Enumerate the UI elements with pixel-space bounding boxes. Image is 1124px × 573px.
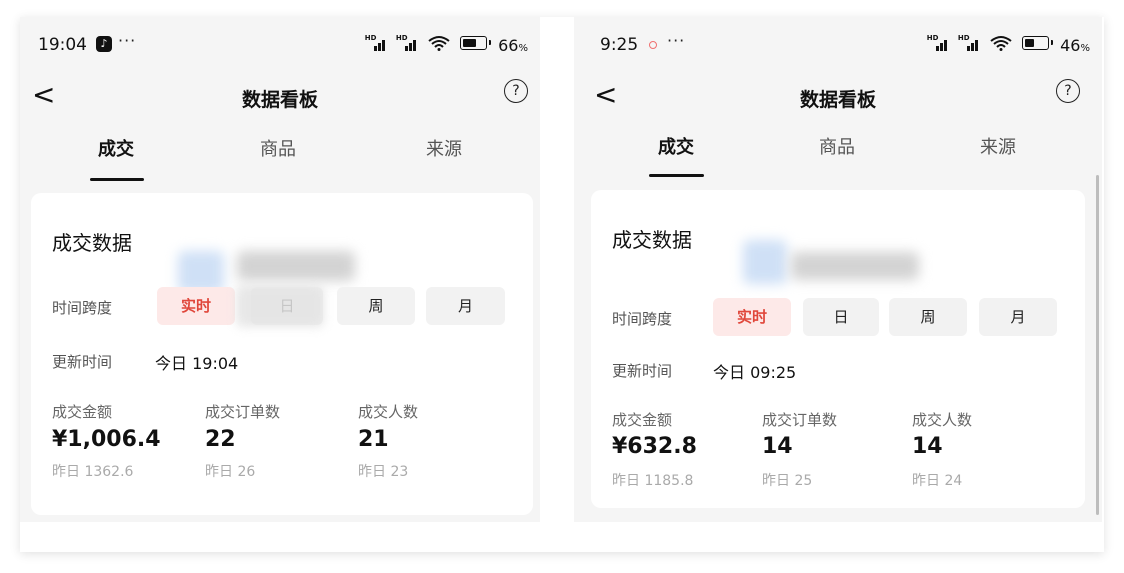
- metric-prev-orders: 昨日 26: [205, 464, 256, 480]
- signal-hd-icon: HD: [396, 34, 418, 51]
- active-tab-indicator: [649, 174, 704, 177]
- time-span-label: 时间跨度: [612, 310, 673, 328]
- update-time-label: 更新时间: [612, 362, 673, 380]
- metric-value-amount: ¥632.8: [612, 434, 697, 459]
- more-notifications-dots: ···: [118, 31, 137, 50]
- signal-hd-icon: HD: [927, 34, 949, 51]
- metric-prev-buyers: 昨日 24: [912, 473, 963, 489]
- status-bar: 9:25 ··· HD HD 46%: [574, 17, 1102, 73]
- tab-products[interactable]: 商品: [819, 133, 855, 159]
- phone-screen-right: 9:25 ··· HD HD 46% < 数据看板 ? 成交 商品 来源 成交数…: [574, 17, 1102, 522]
- top-nav: < 数据看板 ?: [20, 73, 540, 121]
- metric-prev-amount: 昨日 1185.8: [612, 473, 694, 489]
- segment-month[interactable]: 月: [979, 298, 1057, 336]
- page-title: 数据看板: [799, 89, 876, 111]
- time-span-label: 时间跨度: [52, 299, 113, 317]
- blurred-overlay: [236, 285, 324, 327]
- metric-value-buyers: 21: [358, 427, 389, 452]
- status-time: 9:25: [600, 35, 639, 55]
- metric-value-orders: 14: [762, 434, 793, 459]
- metric-value-orders: 22: [205, 427, 236, 452]
- wifi-icon: [989, 35, 1013, 51]
- metric-label-buyers: 成交人数: [358, 403, 419, 421]
- battery-percent: 66: [498, 36, 519, 55]
- battery-icon: [1022, 36, 1054, 50]
- segment-month[interactable]: 月: [426, 287, 505, 325]
- tab-bar: 成交 商品 来源: [20, 121, 540, 181]
- blurred-overlay: [791, 252, 919, 280]
- deal-data-card: 成交数据 时间跨度 实时 日 周 月 更新时间 今日 19:04 成交金额 ¥1…: [31, 193, 533, 515]
- metric-value-buyers: 14: [912, 434, 943, 459]
- metric-prev-amount: 昨日 1362.6: [52, 464, 134, 480]
- segment-realtime[interactable]: 实时: [713, 298, 791, 336]
- card-title: 成交数据: [52, 231, 132, 255]
- update-time-value: 今日 09:25: [713, 363, 797, 382]
- status-bar: 19:04 ♪ ··· HD HD 66%: [20, 17, 540, 73]
- notification-dot-icon: [649, 41, 657, 49]
- system-icons: HD HD 46%: [926, 34, 1090, 55]
- blurred-overlay: [743, 240, 787, 284]
- tab-deals[interactable]: 成交: [658, 133, 694, 159]
- page-title: 数据看板: [241, 89, 318, 111]
- tab-deals[interactable]: 成交: [98, 135, 134, 161]
- more-notifications-dots: ···: [667, 31, 686, 50]
- segment-day[interactable]: 日: [803, 298, 879, 336]
- help-icon[interactable]: ?: [1056, 79, 1080, 103]
- deal-data-card: 成交数据 时间跨度 实时 日 周 月 更新时间 今日 09:25 成交金额 ¥6…: [591, 190, 1085, 508]
- help-icon[interactable]: ?: [504, 79, 528, 103]
- scrollbar[interactable]: [1096, 175, 1099, 515]
- segment-week[interactable]: 周: [889, 298, 967, 336]
- battery-percent: 46: [1060, 36, 1081, 55]
- phone-screen-left: 19:04 ♪ ··· HD HD 66% < 数据看板 ? 成交 商品 来源 …: [20, 17, 540, 522]
- top-nav: < 数据看板 ?: [574, 73, 1102, 121]
- segment-realtime[interactable]: 实时: [157, 287, 235, 325]
- signal-hd-icon: HD: [958, 34, 980, 51]
- metric-label-orders: 成交订单数: [762, 411, 838, 429]
- tab-sources[interactable]: 来源: [980, 133, 1016, 159]
- signal-hd-icon: HD: [365, 34, 387, 51]
- active-tab-indicator: [90, 178, 144, 181]
- metric-label-orders: 成交订单数: [205, 403, 281, 421]
- update-time-value: 今日 19:04: [155, 354, 239, 373]
- tab-products[interactable]: 商品: [260, 135, 296, 161]
- battery-icon: [460, 36, 492, 50]
- segment-week[interactable]: 周: [337, 287, 415, 325]
- update-time-label: 更新时间: [52, 353, 113, 371]
- metric-prev-buyers: 昨日 23: [358, 464, 409, 480]
- wifi-icon: [427, 35, 451, 51]
- metric-prev-orders: 昨日 25: [762, 473, 813, 489]
- metric-label-amount: 成交金额: [612, 411, 673, 429]
- metric-value-amount: ¥1,006.4: [52, 427, 161, 452]
- douyin-app-icon: ♪: [96, 36, 112, 52]
- card-title: 成交数据: [612, 228, 692, 252]
- blurred-overlay: [237, 251, 355, 281]
- metric-label-amount: 成交金额: [52, 403, 113, 421]
- system-icons: HD HD 66%: [364, 34, 528, 55]
- tab-bar: 成交 商品 来源: [574, 119, 1102, 179]
- tab-sources[interactable]: 来源: [426, 135, 462, 161]
- status-time: 19:04: [38, 35, 87, 55]
- metric-label-buyers: 成交人数: [912, 411, 973, 429]
